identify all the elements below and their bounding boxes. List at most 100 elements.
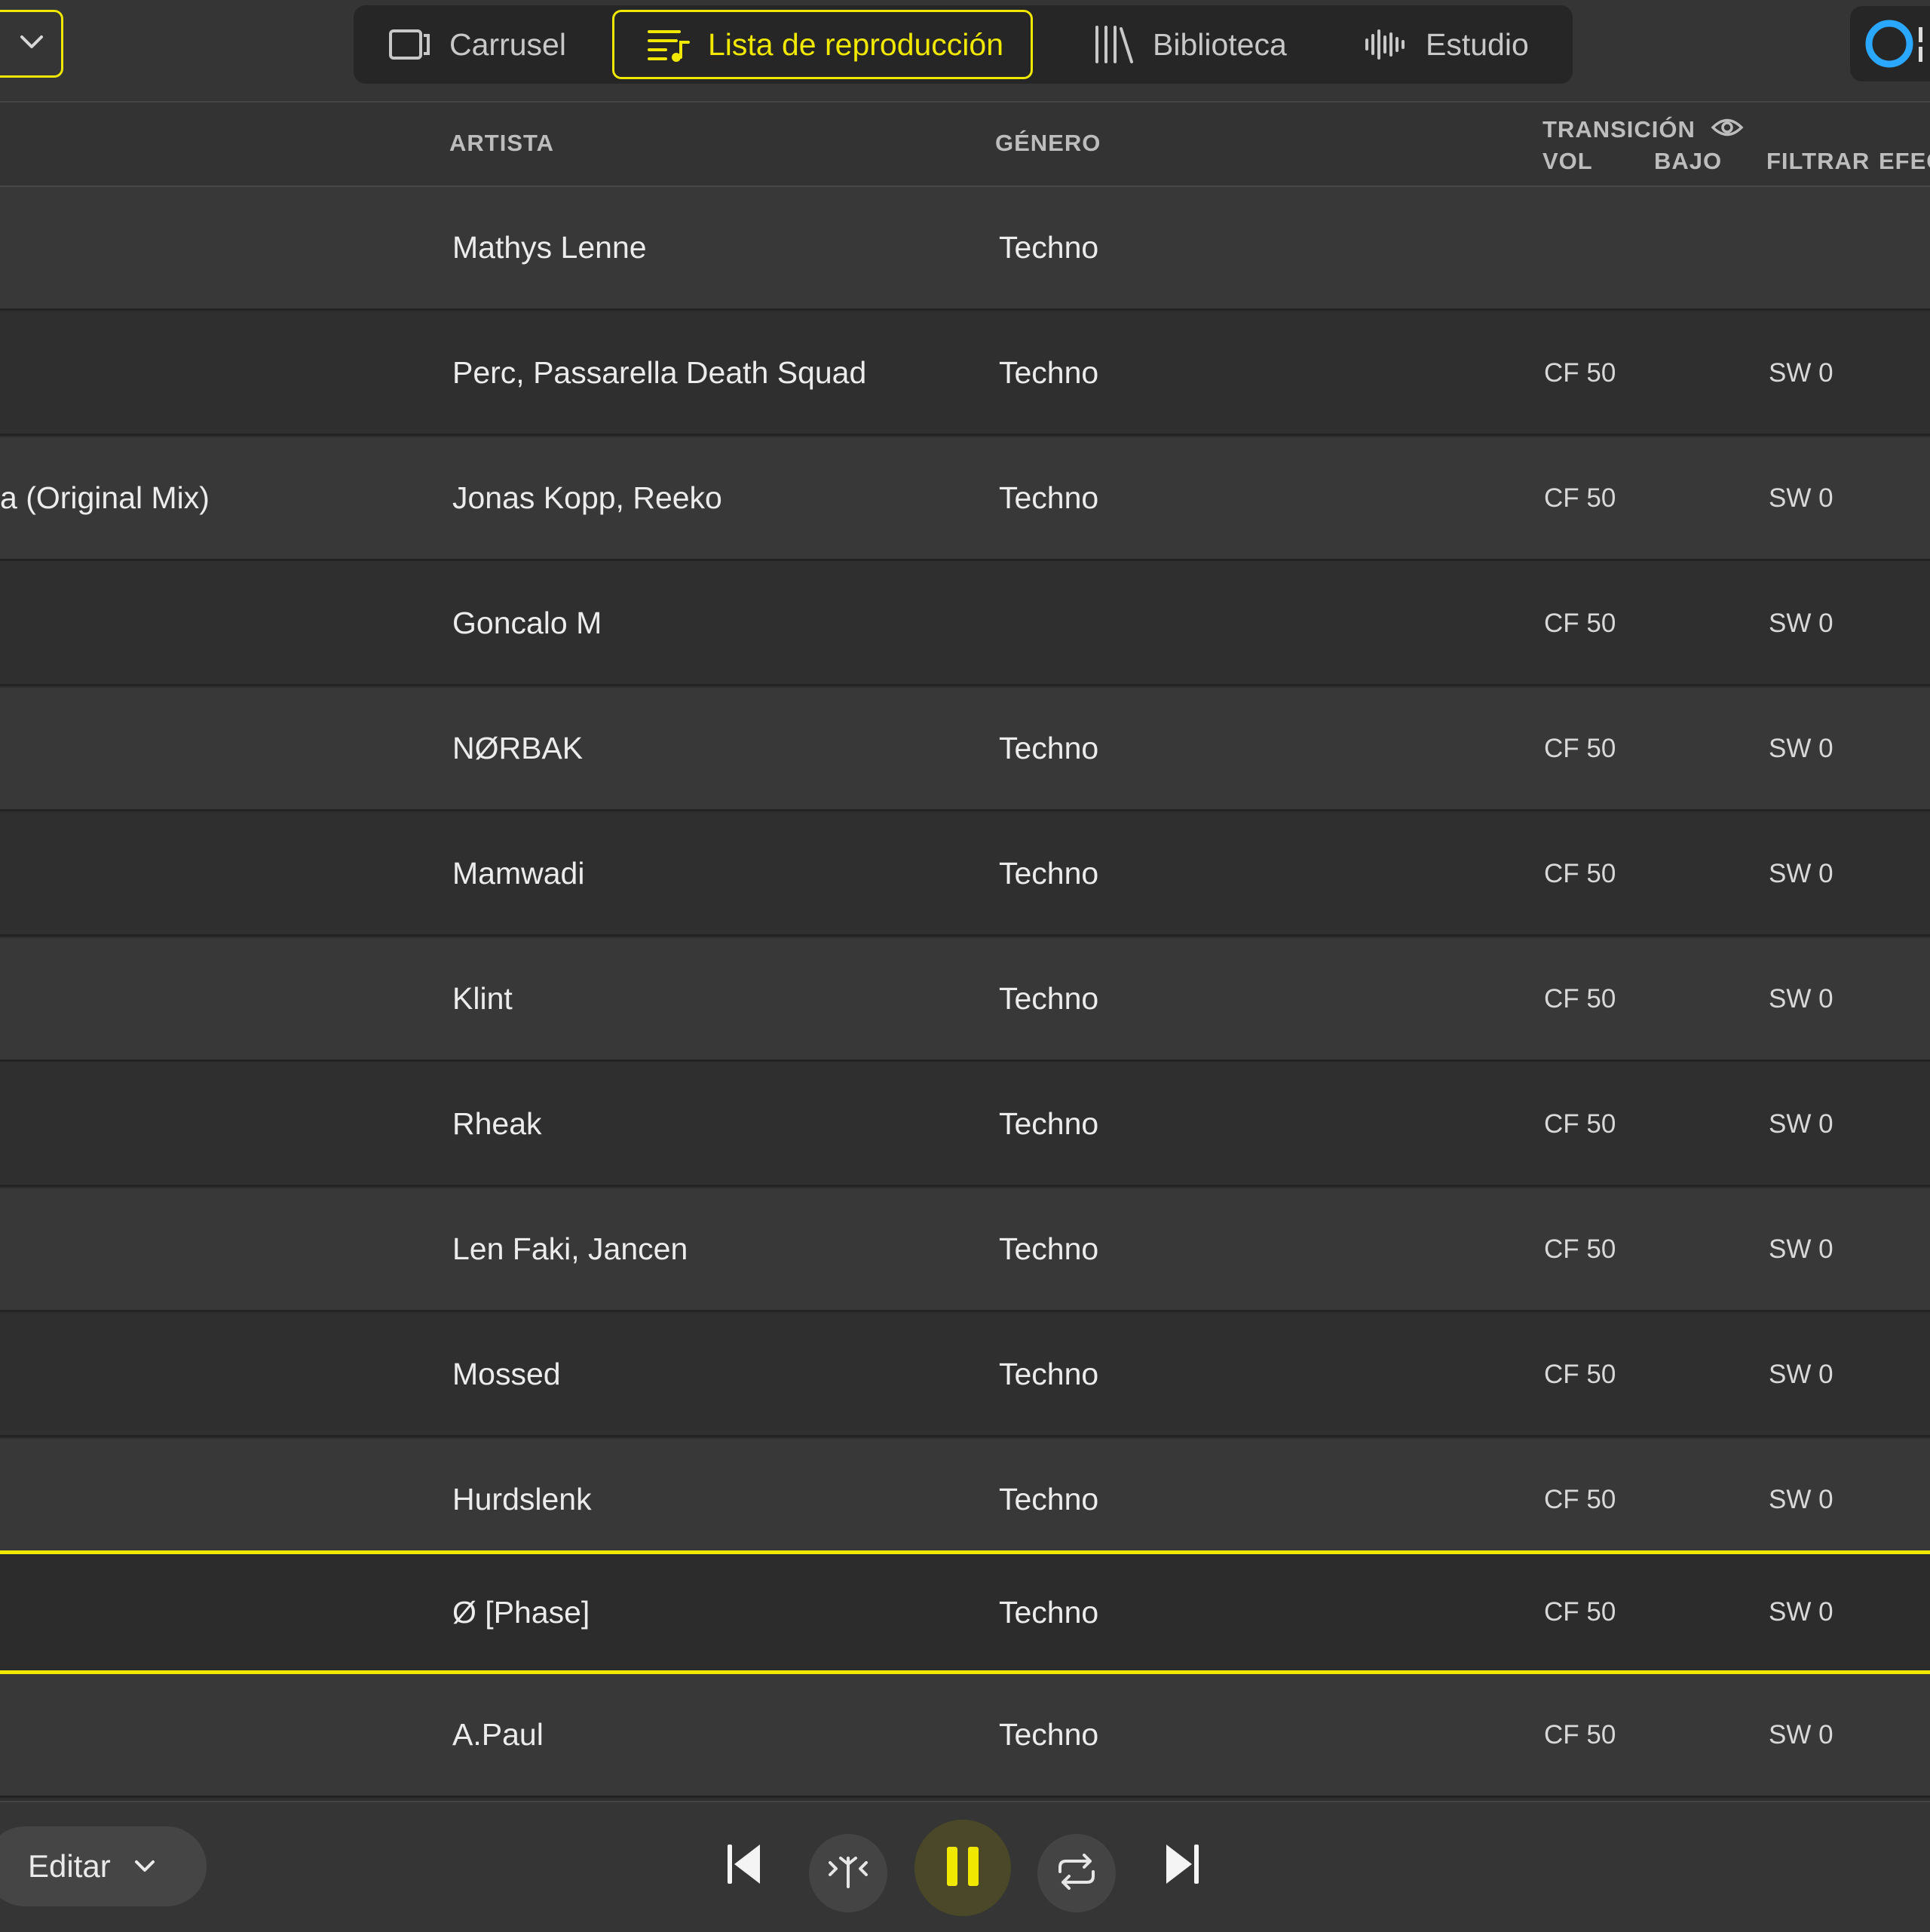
pause-button[interactable] xyxy=(914,1820,1011,1916)
transition-filter[interactable]: SW 0 xyxy=(1769,1439,1834,1560)
track-genre: Techno xyxy=(999,1717,1099,1752)
chevron-down-icon xyxy=(133,1859,156,1874)
top-bar: Carrusel Lista de reproducción Bibliotec… xyxy=(0,0,1930,103)
transition-vol[interactable]: CF 50 xyxy=(1544,1314,1616,1435)
carousel-icon xyxy=(388,22,433,67)
transition-filter[interactable]: SW 0 xyxy=(1769,1063,1834,1185)
transition-vol[interactable]: CF 50 xyxy=(1544,1674,1616,1796)
table-row[interactable]: Rheak Techno CF 50 SW 0 xyxy=(0,1063,1930,1187)
eye-icon[interactable] xyxy=(1711,116,1744,143)
track-genre: Techno xyxy=(999,480,1099,515)
track-genre: Techno xyxy=(999,230,1099,265)
repeat-button[interactable] xyxy=(1037,1834,1116,1912)
track-genre: Techno xyxy=(999,1106,1099,1141)
transition-vol[interactable]: CF 50 xyxy=(1544,437,1616,559)
table-row[interactable]: Goncalo M CF 50 SW 0 xyxy=(0,563,1930,686)
track-genre: Techno xyxy=(999,731,1099,765)
view-tabs: Carrusel Lista de reproducción Bibliotec… xyxy=(354,5,1573,84)
chevron-down-icon xyxy=(19,34,44,54)
transition-vol[interactable]: CF 50 xyxy=(1544,813,1616,934)
table-header: ARTISTA GÉNERO TRANSICIÓN VOL BAJO FILTR… xyxy=(0,103,1930,187)
track-artist: Mamwadi xyxy=(452,856,585,891)
transition-filter[interactable]: SW 0 xyxy=(1769,1674,1834,1796)
table-row[interactable]: Mathys Lenne Techno xyxy=(0,187,1930,311)
track-artist: Perc, Passarella Death Squad xyxy=(452,355,867,390)
track-artist: Hurdslenk xyxy=(452,1482,592,1516)
skip-forward-icon xyxy=(1163,1843,1201,1889)
track-artist: Ø [Phase] xyxy=(452,1594,590,1630)
transition-vol[interactable]: CF 50 xyxy=(1544,1063,1616,1185)
track-artist: Rheak xyxy=(452,1106,542,1141)
transition-filter[interactable]: SW 0 xyxy=(1769,563,1834,684)
table-row[interactable]: Len Faki, Jancen Techno CF 50 SW 0 xyxy=(0,1188,1930,1312)
transition-filter[interactable]: SW 0 xyxy=(1769,312,1834,434)
track-genre: Techno xyxy=(999,981,1099,1016)
cue-split-button[interactable] xyxy=(809,1834,887,1912)
table-row[interactable]: NØRBAK Techno CF 50 SW 0 xyxy=(0,688,1930,811)
track-genre: Techno xyxy=(999,1482,1099,1516)
transition-vol[interactable]: CF 50 xyxy=(1544,1439,1616,1560)
track-genre: Techno xyxy=(999,1594,1099,1630)
transition-vol[interactable]: CF 50 xyxy=(1544,563,1616,684)
track-artist: Goncalo M xyxy=(452,606,602,640)
tab-label: Carrusel xyxy=(449,26,566,62)
table-row[interactable]: a (Original Mix) Jonas Kopp, Reeko Techn… xyxy=(0,437,1930,561)
table-row[interactable]: A.Paul Techno CF 50 SW 0 xyxy=(0,1674,1930,1798)
column-header-transition: TRANSICIÓN xyxy=(1542,116,1696,143)
repeat-icon xyxy=(1055,1853,1098,1894)
table-row[interactable]: Hurdslenk Techno CF 50 SW 0 xyxy=(0,1439,1930,1562)
transition-vol[interactable]: CF 50 xyxy=(1544,312,1616,434)
track-artist: Mossed xyxy=(452,1357,561,1391)
waveform-icon xyxy=(1364,22,1409,67)
transition-vol[interactable]: CF 50 xyxy=(1544,688,1616,809)
split-arrows-icon xyxy=(827,1854,869,1894)
tab-playlist[interactable]: Lista de reproducción xyxy=(612,10,1034,79)
track-genre: Techno xyxy=(999,1231,1099,1266)
column-header-genre[interactable]: GÉNERO xyxy=(995,130,1101,157)
transition-filter[interactable]: SW 0 xyxy=(1769,1314,1834,1435)
track-artist: NØRBAK xyxy=(452,731,584,765)
track-genre: Techno xyxy=(999,355,1099,390)
table-row[interactable]: Mossed Techno CF 50 SW 0 xyxy=(0,1314,1930,1437)
library-icon xyxy=(1091,22,1136,67)
track-genre: Techno xyxy=(999,1357,1099,1391)
transition-filter[interactable]: SW 0 xyxy=(1769,1188,1834,1310)
column-header-artist[interactable]: ARTISTA xyxy=(449,130,554,157)
table-row[interactable]: Mamwadi Techno CF 50 SW 0 xyxy=(0,813,1930,937)
now-playing-row[interactable]: Ø [Phase] Techno CF 50 SW 0 xyxy=(0,1550,1930,1674)
tab-carrusel[interactable]: Carrusel xyxy=(388,10,566,79)
transition-vol[interactable]: CF 50 xyxy=(1544,938,1616,1060)
tab-label: Estudio xyxy=(1426,26,1529,62)
transition-filter[interactable]: SW 0 xyxy=(1769,688,1834,809)
transition-filter[interactable]: SW 0 xyxy=(1769,1554,1834,1670)
playlist-icon xyxy=(646,22,691,67)
tab-biblioteca[interactable]: Biblioteca xyxy=(1091,10,1287,79)
transition-filter[interactable]: SW 0 xyxy=(1769,437,1834,559)
next-track-button[interactable] xyxy=(1150,1834,1214,1897)
track-genre: Techno xyxy=(999,856,1099,891)
transition-vol[interactable]: CF 50 xyxy=(1544,1188,1616,1310)
column-header-filter: FILTRAR xyxy=(1766,148,1870,174)
transition-filter[interactable]: SW 0 xyxy=(1769,938,1834,1060)
tab-label: Lista de reproducción xyxy=(708,26,1004,62)
track-artist: Jonas Kopp, Reeko xyxy=(452,480,722,515)
table-row[interactable]: Klint Techno CF 50 SW 0 xyxy=(0,938,1930,1062)
table-row[interactable]: Perc, Passarella Death Squad Techno CF 5… xyxy=(0,312,1930,436)
edit-label: Editar xyxy=(28,1848,111,1884)
previous-track-button[interactable] xyxy=(712,1834,776,1897)
skip-back-icon xyxy=(725,1843,763,1889)
app-logo xyxy=(1850,6,1930,81)
track-artist: Len Faki, Jancen xyxy=(452,1231,688,1266)
transition-vol[interactable]: CF 50 xyxy=(1544,1554,1616,1670)
tab-label: Biblioteca xyxy=(1153,26,1287,62)
column-header-vol: VOL xyxy=(1542,148,1593,174)
edit-button[interactable]: Editar xyxy=(0,1826,207,1906)
track-artist: Mathys Lenne xyxy=(452,230,647,265)
pause-icon xyxy=(945,1845,980,1891)
track-title: a (Original Mix) xyxy=(0,480,210,515)
view-dropdown[interactable] xyxy=(0,10,63,78)
transition-filter[interactable]: SW 0 xyxy=(1769,813,1834,934)
column-header-bass: BAJO xyxy=(1654,148,1723,174)
column-header-effect: EFEC xyxy=(1879,148,1930,174)
tab-estudio[interactable]: Estudio xyxy=(1364,10,1529,79)
